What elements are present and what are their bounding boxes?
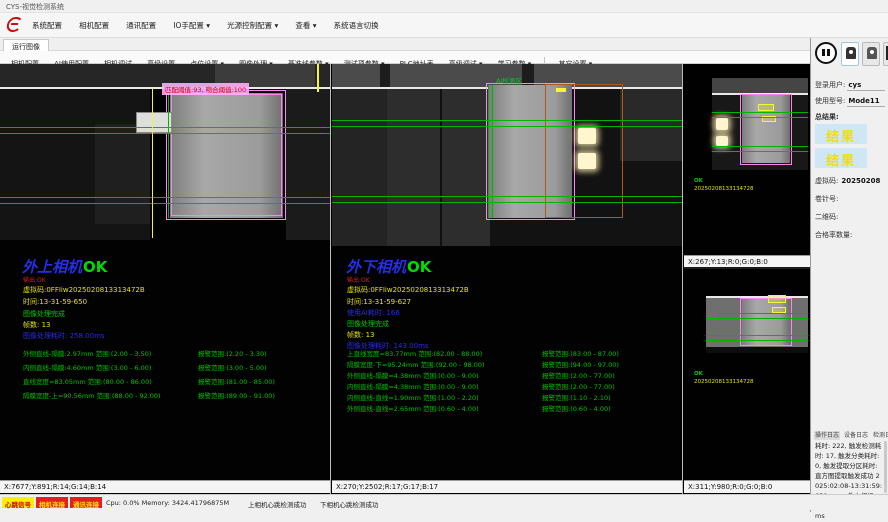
exit-button[interactable]: [883, 42, 888, 66]
statusbar: 心跳信号 相机连接 通讯连接 Cpu: 0.0% Memory: 3424.41…: [0, 494, 888, 510]
menu-language-switch[interactable]: 系统语言切换: [328, 13, 385, 37]
left-done: 图像处理完成: [23, 309, 65, 319]
camera-thumb-inner-lower[interactable]: OK 20250208133134728 X:311;Y:980;R:0;G:0…: [684, 271, 810, 494]
result-box-1: 结果: [815, 124, 867, 144]
measure-row: 直线宽度=83.05mm 范围:(80.00 - 86.00)报警范围:(81.…: [23, 376, 152, 386]
ai-zone-label: AI检测区: [496, 75, 522, 85]
measure-row: 内侧直线-隔膜=4.38mm 范围:(0.00 - 9.00)报警范围:(2.0…: [347, 381, 479, 391]
pass-rate-row: 合格率数量:: [815, 230, 852, 240]
camera-view-button[interactable]: [841, 42, 859, 66]
thumb-bottom-coords-bar: X:311;Y:980;R:0;G:0;B:0: [684, 480, 810, 493]
upper-cam-heartbeat-text: 上相机心跳检测成功: [248, 499, 307, 509]
qr-row: 二维码:: [815, 212, 838, 222]
login-user-value: cys: [848, 81, 861, 89]
mid-frames: 帧数: 13: [347, 330, 375, 340]
mid-result-sub: 输出:OK: [347, 275, 370, 284]
thumb-top-code: 20250208133134728: [694, 186, 754, 192]
left-result-sub: 输出:OK: [23, 275, 46, 284]
toolbar: 相机配置 AI使用配置 相机调试 高级设置 点位设置 ▾ 图像处理 ▾ 基准线参…: [0, 51, 888, 64]
app-window: CYS-视觉检测系统 系统配置 相机配置 通讯配置 IO手配置 ▾ 光源控制配置…: [0, 0, 888, 522]
main-area: 匹配阈值:93, 吻合阈值:100 外上相机OK 输出:OK 虚拟码:0FFIi…: [0, 64, 810, 494]
comm-link-badge: 通讯连接: [70, 497, 102, 508]
mid-time: 时间:13-31-59-627: [347, 297, 411, 307]
model-underline: [847, 106, 885, 107]
menu-light-config[interactable]: 光源控制配置 ▾: [221, 13, 284, 37]
left-coords-bar: X:7677;Y:891;R:14;G:14;B:14: [0, 480, 330, 493]
measure-row: 上直线宽度=83.77mm 范围:(82.00 - 88.00)报警范围:(83…: [347, 348, 482, 358]
sidebar: 登录用户:cys 使用型号:Mode11 总结果: 结果 结果 虚拟码:2025…: [810, 38, 888, 512]
camera-image-left[interactable]: 匹配阈值:93, 吻合阈值:100: [0, 64, 331, 240]
webcam-icon: [867, 47, 877, 59]
measure-row: 隔膜宽度-下=95.24mm 范围:(92.00 - 98.00)报警范围:(9…: [347, 359, 485, 369]
measure-row: 外侧直线-隔膜=4.38mm 范围:(0.00 - 9.00)报警范围:(2.0…: [347, 370, 479, 380]
camera-image-thumb-top[interactable]: [712, 78, 808, 170]
menu-comm-config[interactable]: 通讯配置: [120, 13, 162, 37]
tabstrip: 运行图像: [0, 38, 888, 51]
connector-tab: [136, 112, 172, 133]
thumb-top-coords-bar: X:267;Y:13;R:0;G:0;B:0: [684, 255, 810, 268]
measure-row: 外侧直线-隔膜:2.97mm 范围:(2.00 - 3.50)报警范围:(2.2…: [23, 348, 151, 358]
left-barcode: 虚拟码:0FFIiw2025020813313472B: [23, 285, 145, 295]
app-logo-icon: [5, 17, 23, 32]
window-title: CYS-视觉检测系统: [6, 3, 64, 11]
pause-button[interactable]: [815, 42, 837, 64]
camera-link-badge: 相机连接: [36, 497, 68, 508]
mid-done: 图像处理完成: [347, 319, 389, 329]
cpu-memory-text: Cpu: 0.0% Memory: 3424.41796875M: [106, 499, 229, 507]
heartbeat-badge: 心跳信号: [2, 497, 34, 508]
left-elapsed: 图像处理耗时: 258.00ms: [23, 331, 105, 341]
record-button[interactable]: [862, 42, 880, 66]
log-tab-detect[interactable]: 检测日志: [872, 431, 888, 440]
titlebar: CYS-视觉检测系统: [0, 0, 888, 13]
tab-run-image[interactable]: 运行图像: [3, 39, 49, 51]
result-box-2: 结果: [815, 148, 867, 168]
log-tab-device[interactable]: 设备日志: [843, 431, 869, 440]
pause-icon: [822, 49, 825, 56]
log-tabs: 操作日志设备日志检测日志: [814, 430, 888, 439]
log-tab-operation[interactable]: 操作日志: [814, 431, 840, 440]
camera-panel-outer-upper[interactable]: 匹配阈值:93, 吻合阈值:100 外上相机OK 输出:OK 虚拟码:0FFIi…: [0, 64, 331, 494]
virtual-code-value: 20250208: [841, 177, 880, 185]
total-result-label: 总结果:: [815, 112, 839, 122]
menu-view[interactable]: 查看 ▾: [289, 13, 322, 37]
match-threshold-label: 匹配阈值:93, 吻合阈值:100: [162, 83, 249, 95]
log-scrollbar[interactable]: [884, 441, 887, 493]
measure-row: 隔膜宽度-上=90.56mm 范围:(88.00 - 92.00)报警范围:(8…: [23, 390, 161, 400]
camera-image-mid[interactable]: AI检测区: [332, 64, 683, 246]
mid-coords-bar: X:270;Y:2502;R:17;G:17;B:17: [332, 480, 682, 493]
menu-camera-config[interactable]: 相机配置: [73, 13, 115, 37]
measure-row: 内侧直线-直线=1.90mm 范围:(1.00 - 2.20)报警范围:(1.1…: [347, 392, 479, 402]
lower-cam-heartbeat-text: 下相机心跳检测成功: [320, 499, 379, 509]
menubar: 系统配置 相机配置 通讯配置 IO手配置 ▾ 光源控制配置 ▾ 查看 ▾ 系统语…: [0, 13, 888, 38]
thumb-bottom-code: 20250208133134728: [694, 379, 754, 385]
camera-panel-outer-lower[interactable]: AI检测区 外下相机OK 输出:OK 虚拟码:0FFIiw20250208133…: [332, 64, 683, 494]
thumb-bottom-ok: OK: [694, 371, 703, 377]
menu-system-config[interactable]: 系统配置: [26, 13, 68, 37]
model-row: 使用型号:Mode11: [815, 96, 880, 106]
virtual-code-row: 虚拟码:20250208: [815, 176, 880, 186]
login-underline: [847, 90, 885, 91]
mid-barcode: 虚拟码:0FFIiw2025020813313472B: [347, 285, 469, 295]
menu-io-config[interactable]: IO手配置 ▾: [167, 13, 216, 37]
camera-image-thumb-bottom[interactable]: [706, 293, 808, 353]
camera-icon: [846, 47, 856, 59]
login-user-row: 登录用户:cys: [815, 80, 861, 90]
camera-thumb-inner-upper[interactable]: OK 20250208133134728 X:267;Y:13;R:0;G:0;…: [684, 64, 810, 269]
needle-row: 卷针号:: [815, 194, 838, 204]
measure-row: 内侧直线-隔膜:4.60mm 范围:(3.00 - 6.00)报警范围:(3.0…: [23, 362, 151, 372]
measure-row: 外侧直线-直线=2.65mm 范围:(0.60 - 4.00)报警范围:(0.6…: [347, 403, 479, 413]
left-result-title: 外上相机OK: [22, 256, 107, 277]
mid-result-title: 外下相机OK: [346, 256, 431, 277]
mid-ai-line: 使用AI耗时: 166: [347, 308, 400, 318]
thumb-top-ok: OK: [694, 178, 703, 184]
left-time: 时间:13-31-59-650: [23, 297, 87, 307]
left-frames: 帧数: 13: [23, 320, 51, 330]
model-value: Mode11: [848, 97, 879, 105]
